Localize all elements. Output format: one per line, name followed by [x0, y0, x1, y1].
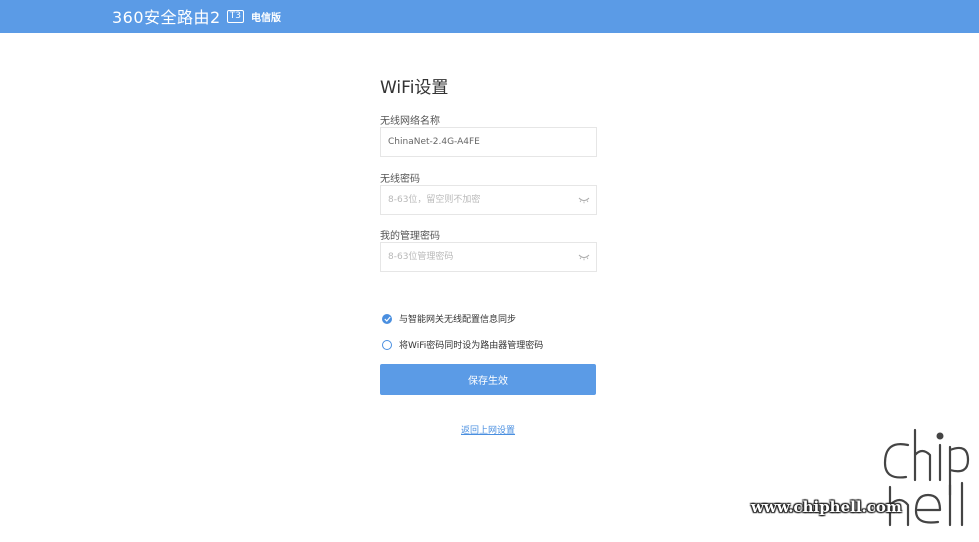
same-admin-password-option[interactable]: 将WiFi密码同时设为路由器管理密码: [382, 338, 543, 351]
same-admin-password-label: 将WiFi密码同时设为路由器管理密码: [399, 341, 544, 351]
header-bar: 360安全路由2 T3 电信版: [0, 0, 979, 33]
eye-closed-icon[interactable]: [578, 196, 590, 204]
page-title: WiFi设置: [380, 78, 449, 98]
brand-logo: 360安全路由2: [112, 8, 221, 27]
admin-password-label: 我的管理密码: [380, 231, 440, 242]
ssid-label: 无线网络名称: [380, 116, 440, 127]
model-badge: T3: [226, 9, 244, 23]
admin-password-input[interactable]: [381, 243, 568, 271]
wifi-password-input[interactable]: [381, 186, 568, 214]
watermark-url: www.chiphell.com: [751, 498, 902, 516]
check-circle-icon[interactable]: [382, 313, 392, 324]
wifi-password-label: 无线密码: [380, 174, 420, 185]
brand: 360安全路由2 T3 电信版: [112, 6, 281, 27]
eye-closed-icon[interactable]: [578, 253, 590, 261]
back-to-internet-settings-link[interactable]: 返回上网设置: [461, 423, 515, 436]
admin-password-field-box: [380, 242, 597, 272]
sync-gateway-label: 与智能网关无线配置信息同步: [399, 315, 517, 325]
ssid-field-box: [380, 127, 597, 157]
sync-gateway-option[interactable]: 与智能网关无线配置信息同步: [382, 312, 516, 325]
wifi-password-field-box: [380, 185, 597, 215]
radio-circle-icon[interactable]: [382, 339, 392, 350]
save-button[interactable]: 保存生效: [380, 364, 596, 395]
edition-label: 电信版: [250, 12, 281, 24]
ssid-input[interactable]: [381, 128, 568, 156]
